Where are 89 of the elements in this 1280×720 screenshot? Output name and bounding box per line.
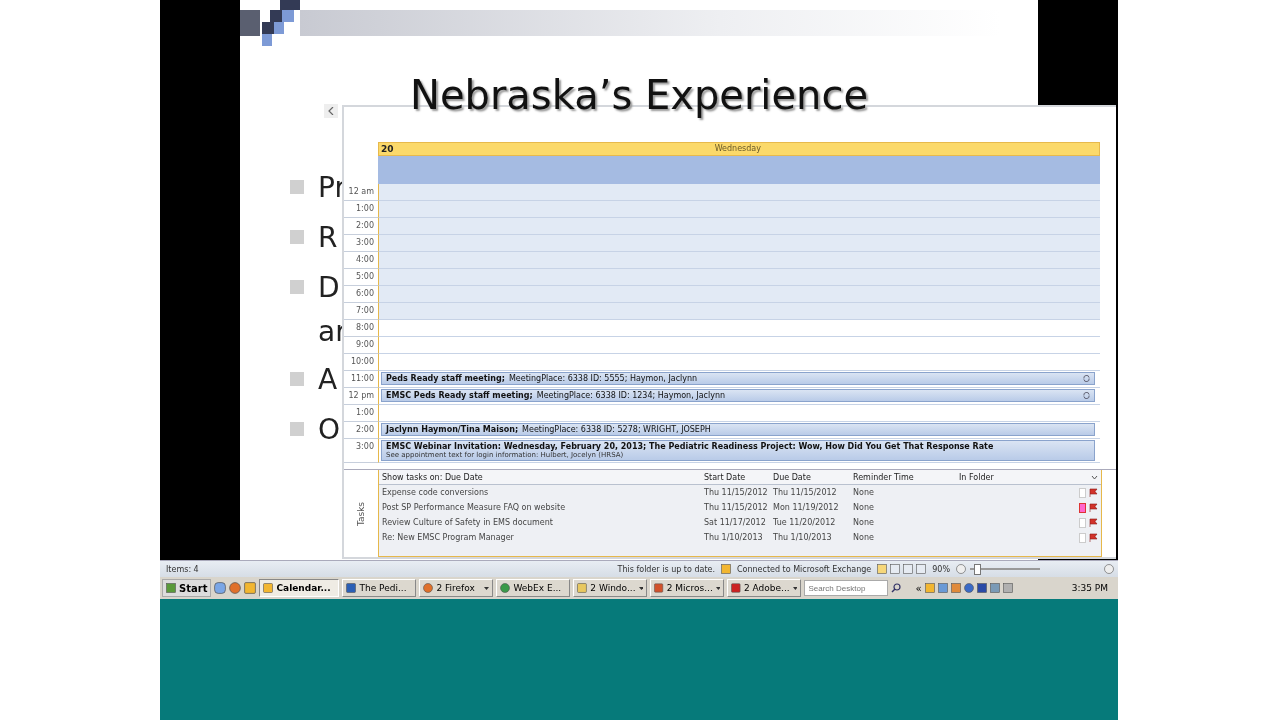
task-checkbox[interactable] [1079, 487, 1086, 498]
bullet-icon [290, 372, 304, 386]
bullet-text: Pr [318, 170, 346, 204]
view-icon[interactable] [903, 564, 914, 574]
taskbar-button[interactable]: 2 Windo... [573, 579, 648, 597]
appointment-details: MeetingPlace: 6338 ID: 5555; Haymon, Jaclynn [508, 374, 698, 384]
table-cell-text: Sat 11/17/2012 [704, 518, 767, 528]
chevron-left-icon [328, 107, 334, 115]
table-cell-text: None [853, 503, 875, 513]
column-header[interactable]: In Folder [959, 472, 1071, 482]
task-subject[interactable]: Re: New EMSC Program Manager [382, 533, 704, 543]
appointment-title: Peds Ready staff meeting; [386, 374, 505, 384]
time-slot[interactable]: Peds Ready staff meeting; MeetingPlace: 6338 ID: 5555; Haymon, Jaclynn [378, 371, 1100, 389]
checker-logo-icon [240, 0, 300, 48]
view-icon[interactable] [916, 564, 927, 574]
tray-expand-button[interactable]: « [915, 582, 922, 594]
appointment[interactable]: EMSC Peds Ready staff meeting; MeetingPlace: 6338 ID: 1234; Haymon, Jaclynn [381, 389, 1095, 403]
tray-icon[interactable] [924, 583, 935, 593]
appointment-details: MeetingPlace: 6338 ID: 5278; WRIGHT, JOSEPH [522, 425, 711, 435]
bullet-text: R [318, 220, 338, 254]
task-checkbox[interactable] [1079, 532, 1086, 543]
bullet-icon [290, 230, 304, 244]
zoom-level: 90% [931, 564, 951, 574]
time-slot[interactable]: EMSC Peds Ready staff meeting; MeetingPlace: 6338 ID: 1234; Haymon, Jaclynn [378, 388, 1100, 406]
day-name: Wednesday [714, 144, 761, 154]
zoom-slider-thumb[interactable] [973, 563, 981, 575]
bullet-text: O [318, 412, 341, 446]
table-cell-text: Thu 1/10/2013 [704, 533, 764, 543]
appointment-details: MeetingPlace: 6338 ID: 1234; Haymon, Jaclynn [536, 391, 726, 401]
time-slot[interactable] [378, 354, 1100, 372]
tasks-pane-label: Tasks [356, 501, 366, 526]
task-subject[interactable]: Review Culture of Safety in EMS document [382, 518, 704, 528]
table-cell-text: None [853, 488, 875, 498]
bullet-icon [290, 180, 304, 194]
bullet-icon [290, 422, 304, 436]
connection-status: Connected to Microsoft Exchange [736, 564, 873, 574]
table-cell-text: Thu 1/10/2013 [773, 533, 833, 543]
time-slot[interactable]: Jaclynn Haymon/Tina Maison; MeetingPlace: 6338 ID: 5278; WRIGHT, JOSEPH [378, 422, 1100, 440]
column-header[interactable]: Reminder Time [853, 472, 959, 482]
time-slot[interactable] [378, 320, 1100, 338]
tray-icon[interactable] [976, 583, 987, 593]
view-icon[interactable] [890, 564, 901, 574]
table-cell-text: Tue 11/20/2012 [773, 518, 837, 528]
chevron-down-icon[interactable] [1091, 474, 1098, 480]
tray-icon[interactable] [950, 583, 961, 593]
appointment[interactable]: Peds Ready staff meeting; MeetingPlace: 6338 ID: 5555; Haymon, Jaclynn [381, 372, 1095, 386]
column-header[interactable]: Due Date [773, 472, 853, 482]
view-icon[interactable] [877, 564, 888, 574]
taskbar-button[interactable]: 2 Micros... [650, 579, 725, 597]
time-slot[interactable] [378, 303, 1100, 321]
table-cell-text: Thu 11/15/2012 [773, 488, 838, 498]
column-header[interactable]: Start Date [704, 472, 773, 482]
column-header[interactable]: Show tasks on: Due Date [382, 472, 704, 482]
appointment-title: EMSC Peds Ready staff meeting; [386, 391, 533, 401]
task-checkbox[interactable] [1079, 502, 1086, 513]
appointment-title: Jaclynn Haymon/Tina Maison; [386, 425, 519, 435]
tray-icon[interactable] [1002, 583, 1013, 593]
table-cell-text: None [853, 533, 875, 543]
task-subject[interactable]: Expense code conversions [382, 488, 704, 498]
taskbar-button[interactable]: Calendar... [259, 579, 340, 597]
bullet-text: A [318, 362, 338, 396]
time-slot[interactable] [378, 405, 1100, 423]
table-cell-text: Mon 11/19/2012 [773, 503, 840, 513]
table-cell-text: Thu 11/15/2012 [704, 488, 769, 498]
tray-icon[interactable] [963, 583, 974, 593]
start-button[interactable]: Start [162, 579, 212, 597]
slide-title: Nebraska’s Experience [410, 72, 868, 118]
items-count: Items: 4 [165, 564, 200, 574]
search-field[interactable]: Search Desktop [804, 580, 889, 596]
bullet-icon [290, 280, 304, 294]
collapse-button[interactable] [324, 104, 338, 118]
table-cell-text: None [853, 518, 875, 528]
appointment[interactable]: Jaclynn Haymon/Tina Maison; MeetingPlace: 6338 ID: 5278; WRIGHT, JOSEPH [381, 423, 1095, 437]
search-icon[interactable] [891, 583, 902, 593]
tray-icon[interactable] [989, 583, 1000, 593]
taskbar-button[interactable]: 2 Firefox [419, 579, 494, 597]
bullet-text: D [318, 270, 340, 304]
appointment-title: EMSC Webinar Invitation: Wednesday, February 20, 2013; The Pediatric Readiness Project: Wow, How Did You Get That Response Rate [386, 442, 994, 452]
taskbar-button[interactable]: The Pedi... [342, 579, 417, 597]
table-cell-text: Thu 11/15/2012 [704, 503, 769, 513]
day-number: 20 [380, 143, 394, 154]
tray-icon[interactable] [937, 583, 948, 593]
task-subject[interactable]: Post SP Performance Measure FAQ on website [382, 503, 704, 513]
task-checkbox[interactable] [1079, 517, 1086, 528]
taskbar-button[interactable]: 2 Adobe... [727, 579, 802, 597]
sync-status: This folder is up to date. [616, 564, 716, 574]
time-slot[interactable] [378, 337, 1100, 355]
clock: 3:35 PM [1071, 583, 1109, 593]
taskbar-button[interactable]: WebEx E... [496, 579, 571, 597]
